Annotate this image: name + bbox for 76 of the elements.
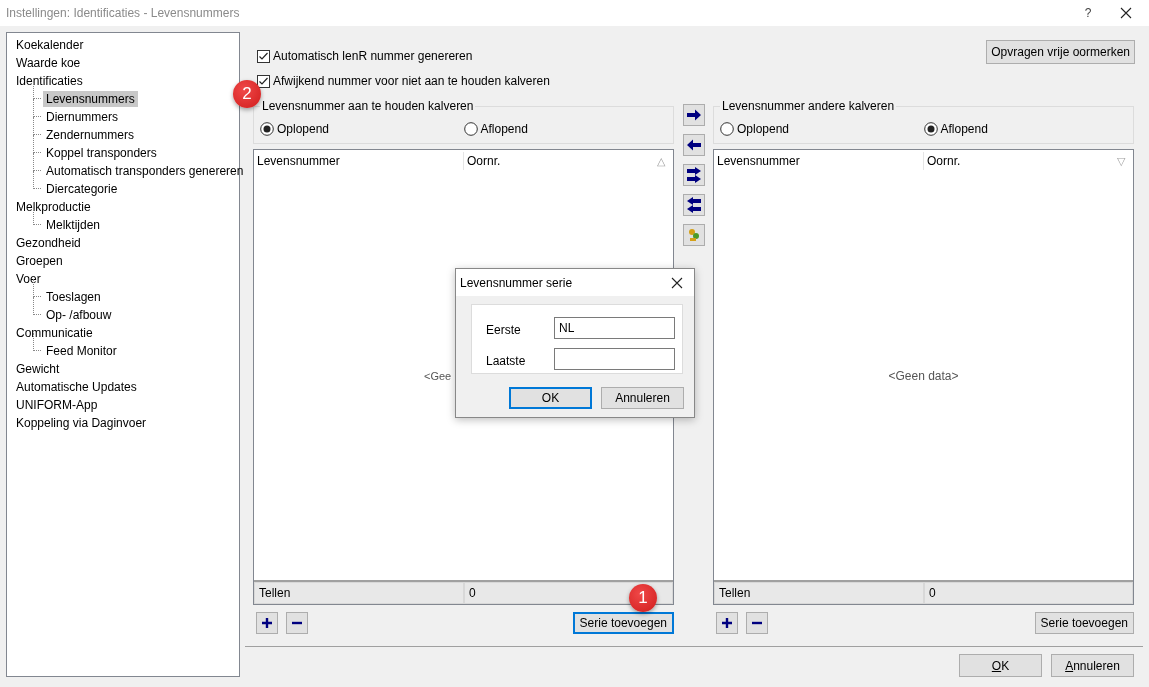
add-button[interactable]: [256, 612, 278, 634]
checkbox-label: Automatisch lenR nummer genereren: [273, 49, 473, 63]
tree-item[interactable]: Automatische Updates: [13, 379, 140, 395]
input-field[interactable]: NL: [554, 317, 675, 339]
field-label: Laatste: [486, 353, 527, 368]
column-header[interactable]: Oornr.: [924, 152, 1117, 170]
tree-item[interactable]: UNIFORM-App: [13, 397, 101, 413]
move-right-icon: [685, 109, 702, 121]
transfer-button[interactable]: [682, 194, 705, 216]
tree-item[interactable]: Gezondheid: [13, 235, 84, 251]
move-left-icon: [685, 139, 702, 151]
tree-item[interactable]: Zendernummers: [43, 127, 138, 143]
tree-item[interactable]: Koppeling via Daginvoer: [13, 415, 150, 431]
plus-icon: [261, 617, 273, 629]
tree-item[interactable]: Melktijden: [43, 217, 104, 233]
tree-item[interactable]: Levensnummers: [43, 91, 138, 107]
footer-cell: Tellen: [254, 582, 464, 604]
add-button[interactable]: [716, 612, 738, 634]
radio-label: Oplopend: [737, 122, 790, 136]
transfer-button[interactable]: [682, 164, 705, 186]
radio-icon[interactable]: [720, 122, 734, 136]
group-title: Levensnummer aan te houden kalveren: [260, 99, 476, 113]
request-button[interactable]: Opvragen vrije oormerken: [986, 40, 1135, 64]
help-button[interactable]: ?: [1073, 6, 1103, 20]
tree-item[interactable]: Voer: [13, 271, 44, 287]
footer-cell: 0: [924, 582, 1133, 604]
annotation-badge: 1: [629, 584, 657, 612]
tree-item[interactable]: Feed Monitor: [43, 343, 120, 359]
add-series-button[interactable]: Serie toevoegen: [572, 612, 674, 634]
empty-message: <Gee: [424, 370, 452, 382]
radio-icon[interactable]: [923, 122, 938, 136]
checkbox[interactable]: [257, 49, 270, 63]
column-header[interactable]: Levensnummer: [714, 152, 924, 170]
column-header[interactable]: Oornr.: [464, 152, 657, 170]
footer-cell: Tellen: [714, 582, 924, 604]
tree-item[interactable]: Toeslagen: [43, 289, 104, 305]
input-field[interactable]: [554, 348, 675, 370]
tree-item[interactable]: Automatisch transponders genereren: [43, 163, 247, 179]
tree-item[interactable]: Op- /afbouw: [43, 307, 115, 323]
tree-item[interactable]: Melkproductie: [13, 199, 94, 215]
close-icon: [671, 276, 683, 289]
radio-label: Aflopend: [940, 122, 988, 136]
group-title: Levensnummer andere kalveren: [720, 99, 897, 113]
move-all-left-icon: [685, 197, 702, 213]
dialog-button[interactable]: OK: [509, 387, 592, 409]
transfer-button[interactable]: [682, 134, 705, 156]
footer-button[interactable]: Annuleren: [1051, 654, 1134, 677]
column-header[interactable]: Levensnummer: [254, 152, 464, 170]
tree-item[interactable]: Koppel transponders: [43, 145, 160, 161]
add-series-button[interactable]: Serie toevoegen: [1034, 612, 1134, 634]
tree-item[interactable]: Groepen: [13, 253, 66, 269]
remove-button[interactable]: [286, 612, 308, 634]
dialog-button[interactable]: Annuleren: [601, 387, 684, 409]
dialog-title: Levensnummer serie: [460, 275, 574, 290]
close-icon: [1120, 7, 1132, 19]
tree-item[interactable]: Identificaties: [13, 73, 86, 89]
move-all-right-icon: [685, 167, 702, 183]
footer-button[interactable]: OK: [959, 654, 1042, 677]
transfer-button[interactable]: [682, 104, 705, 126]
plus-icon: [721, 617, 733, 629]
tree-item[interactable]: Diercategorie: [43, 181, 121, 197]
field-label: Eerste: [486, 322, 522, 337]
radio-icon[interactable]: [260, 122, 274, 136]
checkbox[interactable]: [257, 74, 270, 88]
tree-item[interactable]: Gewicht: [13, 361, 63, 377]
radio-label: Aflopend: [480, 122, 528, 136]
tree-item[interactable]: Diernummers: [43, 109, 121, 125]
tree-item[interactable]: Koekalender: [13, 37, 87, 53]
checkbox-label: Afwijkend nummer voor niet aan te houden kalveren: [273, 74, 550, 88]
radio-label: Oplopend: [277, 122, 330, 136]
window-title: Instellingen: Identificaties - Levensnummers: [6, 6, 241, 20]
tree-item[interactable]: Waarde koe: [13, 55, 84, 71]
remove-button[interactable]: [746, 612, 768, 634]
tree-item[interactable]: Communicatie: [13, 325, 96, 341]
empty-message: <Geen data>: [888, 369, 959, 383]
radio-icon[interactable]: [463, 122, 478, 136]
